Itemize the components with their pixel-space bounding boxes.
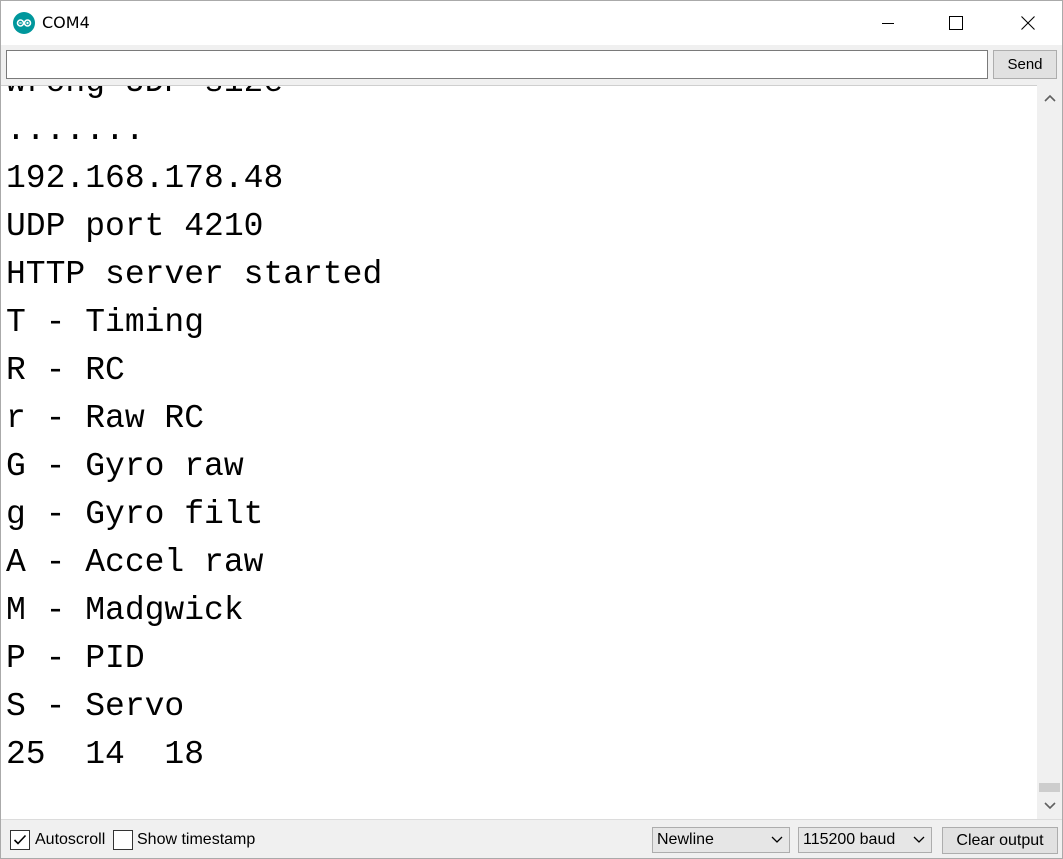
scroll-up-button[interactable] [1037, 85, 1062, 111]
chevron-down-icon [913, 836, 925, 843]
output-line: 192.168.178.48 [6, 160, 284, 197]
output-line: UDP port 4210 [6, 208, 264, 245]
vertical-scrollbar[interactable] [1037, 85, 1062, 819]
close-icon [1021, 16, 1035, 30]
output-line: S - Servo [6, 688, 185, 725]
serial-monitor-window: COM4 Send wrong UDP size....... 192.168.1… [0, 0, 1063, 859]
output-line: P - PID [6, 640, 145, 677]
output-line: T - Timing [6, 304, 205, 341]
clear-output-button[interactable]: Clear output [942, 827, 1058, 854]
send-row: Send [1, 45, 1062, 85]
output-line: G - Gyro raw [6, 448, 244, 485]
output-line: r - Raw RC [6, 400, 205, 437]
minimize-button[interactable] [865, 1, 911, 45]
output-line: R - RC [6, 352, 125, 389]
bottom-toolbar: Autoscroll Show timestamp Newline 115200… [1, 819, 1062, 858]
window-title: COM4 [42, 13, 90, 32]
output-line: A - Accel raw [6, 544, 264, 581]
output-line: g - Gyro filt [6, 496, 264, 533]
send-button[interactable]: Send [993, 50, 1057, 79]
show-timestamp-checkbox[interactable] [113, 830, 133, 850]
chevron-up-icon [1043, 94, 1056, 102]
maximize-button[interactable] [933, 1, 979, 45]
show-timestamp-label[interactable]: Show timestamp [137, 831, 255, 849]
output-lines: wrong UDP size....... 192.168.178.48 UDP p… [6, 86, 383, 779]
baud-rate-value: 115200 baud [803, 831, 896, 848]
output-line: M - Madgwick [6, 592, 244, 629]
output-line: wrong UDP size [6, 86, 382, 107]
serial-input[interactable] [6, 50, 988, 79]
serial-output[interactable]: wrong UDP size....... 192.168.178.48 UDP p… [1, 85, 1037, 819]
arduino-icon [13, 12, 35, 34]
maximize-icon [949, 16, 963, 30]
scroll-thumb[interactable] [1039, 783, 1060, 792]
scroll-down-button[interactable] [1037, 793, 1062, 819]
minimize-icon [882, 23, 894, 24]
baud-rate-select[interactable]: 115200 baud [798, 827, 932, 853]
autoscroll-label[interactable]: Autoscroll [35, 831, 105, 849]
close-button[interactable] [1005, 1, 1051, 45]
output-line: HTTP server started [6, 256, 383, 293]
title-bar[interactable]: COM4 [1, 1, 1062, 45]
output-line: ....... [6, 112, 145, 149]
chevron-down-icon [771, 836, 783, 843]
output-line: 25 14 18 [6, 736, 205, 773]
line-ending-select[interactable]: Newline [652, 827, 790, 853]
line-ending-value: Newline [657, 831, 714, 848]
chevron-down-icon [1043, 802, 1056, 810]
checkmark-icon [13, 834, 27, 845]
autoscroll-checkbox[interactable] [10, 830, 30, 850]
